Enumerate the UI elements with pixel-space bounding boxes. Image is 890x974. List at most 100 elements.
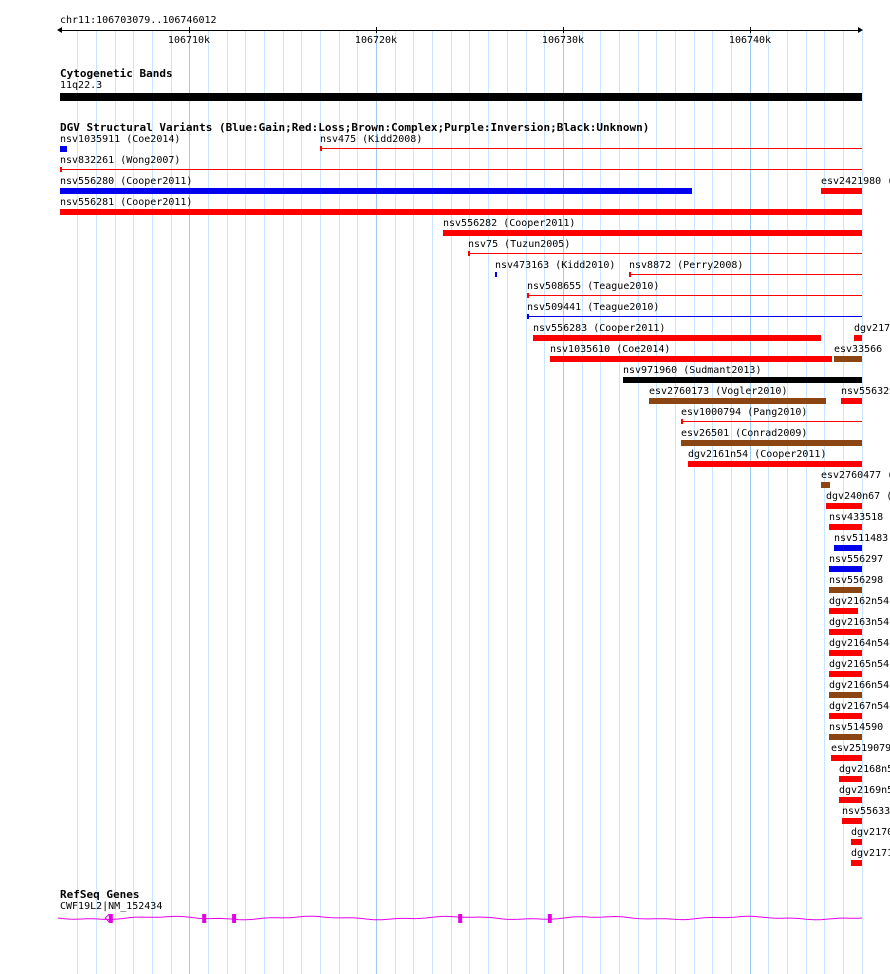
variant-bar[interactable] [649, 398, 826, 404]
variant-bar[interactable] [826, 503, 862, 509]
variant-label[interactable]: dgv2170 [851, 828, 890, 838]
variant-label[interactable]: nsv556281 (Cooper2011) [60, 198, 192, 208]
variant-label[interactable]: nsv514590 [829, 723, 883, 733]
variant-label[interactable]: dgv2171 [851, 849, 890, 859]
variant-bar[interactable] [681, 440, 862, 446]
variant-bar[interactable] [829, 566, 862, 572]
variant-label[interactable]: dgv2166n54 [829, 681, 889, 691]
variant-bar[interactable] [533, 335, 821, 341]
variant-label[interactable]: dgv2167n54 [829, 702, 889, 712]
variant-label[interactable]: nsv475 (Kidd2008) [320, 135, 422, 145]
variant-label[interactable]: nsv556329 [841, 387, 890, 397]
variant-label[interactable]: nsv556297 ( [829, 555, 890, 565]
variant-bar[interactable] [829, 692, 862, 698]
grid-line [488, 30, 489, 974]
variant-bar[interactable] [839, 797, 862, 803]
variant-bar[interactable] [821, 482, 830, 488]
variant-bar[interactable] [829, 671, 862, 677]
variant-label[interactable]: nsv8872 (Perry2008) [629, 261, 743, 271]
variant-label[interactable]: nsv473163 (Kidd2010) [495, 261, 615, 271]
variant-bar[interactable] [851, 839, 862, 845]
variant-label[interactable]: esv2421980 ( [821, 177, 890, 187]
variant-bar[interactable] [851, 860, 862, 866]
variant-bar[interactable] [60, 188, 692, 194]
variant-bar[interactable] [842, 818, 862, 824]
gene-exon[interactable] [232, 914, 237, 923]
variant-bar[interactable] [834, 356, 862, 362]
variant-label[interactable]: esv2519079 [831, 744, 890, 754]
variant-bar[interactable] [829, 524, 862, 530]
variant-bar[interactable] [443, 230, 862, 236]
variant-bar[interactable] [527, 293, 862, 298]
variant-label[interactable]: dgv217 [854, 324, 890, 334]
variant-bar[interactable] [60, 146, 67, 152]
variant-bar[interactable] [468, 251, 862, 256]
variant-bar[interactable] [834, 545, 862, 551]
variant-label[interactable]: dgv2163n54 [829, 618, 889, 628]
cytoband-bar[interactable] [60, 93, 862, 101]
variant-label[interactable]: esv1000794 (Pang2010) [681, 408, 807, 418]
variant-bar[interactable] [629, 272, 862, 277]
variant-bar[interactable] [495, 272, 497, 277]
gene-exon[interactable] [108, 914, 113, 923]
grid-line [768, 30, 769, 974]
variant-label[interactable]: nsv556298 ( [829, 576, 890, 586]
variant-bar[interactable] [623, 377, 862, 383]
variant-label[interactable]: esv26501 (Conrad2009) [681, 429, 807, 439]
variant-label[interactable]: dgv2162n54 [829, 597, 889, 607]
variant-endcap [320, 146, 322, 151]
variant-label[interactable]: nsv556280 (Cooper2011) [60, 177, 192, 187]
variant-label[interactable]: nsv75 (Tuzun2005) [468, 240, 570, 250]
variant-label[interactable]: nsv508655 (Teague2010) [527, 282, 659, 292]
variant-label[interactable]: nsv556283 (Cooper2011) [533, 324, 665, 334]
variant-label[interactable]: dgv2165n54 [829, 660, 889, 670]
variant-bar[interactable] [854, 335, 862, 341]
variant-label[interactable]: esv2760477 ( [821, 471, 890, 481]
scroll-left-arrow[interactable] [57, 27, 62, 33]
variant-bar[interactable] [60, 167, 862, 172]
variant-bar[interactable] [841, 398, 862, 404]
variant-bar[interactable] [839, 776, 862, 782]
variant-bar[interactable] [829, 650, 862, 656]
variant-label[interactable]: nsv55633 [842, 807, 890, 817]
variant-label[interactable]: esv2760173 (Vogler2010) [649, 387, 787, 397]
variant-label[interactable]: nsv433518 ( [829, 513, 890, 523]
variant-label[interactable]: nsv509441 (Teague2010) [527, 303, 659, 313]
scroll-right-arrow[interactable] [858, 27, 863, 33]
gene-exon[interactable] [547, 914, 552, 923]
variant-bar[interactable] [60, 209, 862, 215]
gene-model[interactable] [57, 905, 864, 931]
variant-label[interactable]: nsv971960 (Sudmant2013) [623, 366, 761, 376]
cytoband-label[interactable]: 11q22.3 [60, 80, 102, 91]
variant-label[interactable]: esv33566 [834, 345, 882, 355]
grid-line [264, 30, 265, 974]
variant-label[interactable]: nsv832261 (Wong2007) [60, 156, 180, 166]
variant-label[interactable]: nsv1035610 (Coe2014) [550, 345, 670, 355]
variant-label[interactable]: nsv1035911 (Coe2014) [60, 135, 180, 145]
variant-endcap [629, 272, 631, 277]
variant-bar[interactable] [688, 461, 862, 467]
variant-label[interactable]: dgv2168n5 [839, 765, 890, 775]
variant-bar[interactable] [829, 713, 862, 719]
variant-bar[interactable] [821, 188, 862, 194]
variant-bar[interactable] [550, 356, 832, 362]
grid-line [152, 30, 153, 974]
variant-bar[interactable] [829, 587, 862, 593]
variant-label[interactable]: nsv556282 (Cooper2011) [443, 219, 575, 229]
variant-bar[interactable] [829, 608, 858, 614]
variant-label[interactable]: dgv2169n5 [839, 786, 890, 796]
variant-endcap [468, 251, 470, 256]
variant-label[interactable]: nsv511483 ( [834, 534, 890, 544]
variant-bar[interactable] [831, 755, 862, 761]
gene-exon[interactable] [202, 914, 207, 923]
gene-exon[interactable] [458, 914, 463, 923]
variant-label[interactable]: dgv240n67 ( [826, 492, 890, 502]
variant-bar[interactable] [829, 734, 862, 740]
grid-line [656, 30, 657, 974]
variant-bar[interactable] [320, 146, 862, 151]
variant-bar[interactable] [681, 419, 862, 424]
variant-label[interactable]: dgv2164n54 [829, 639, 889, 649]
variant-bar[interactable] [829, 629, 862, 635]
variant-label[interactable]: dgv2161n54 (Cooper2011) [688, 450, 826, 460]
variant-bar[interactable] [527, 314, 862, 319]
